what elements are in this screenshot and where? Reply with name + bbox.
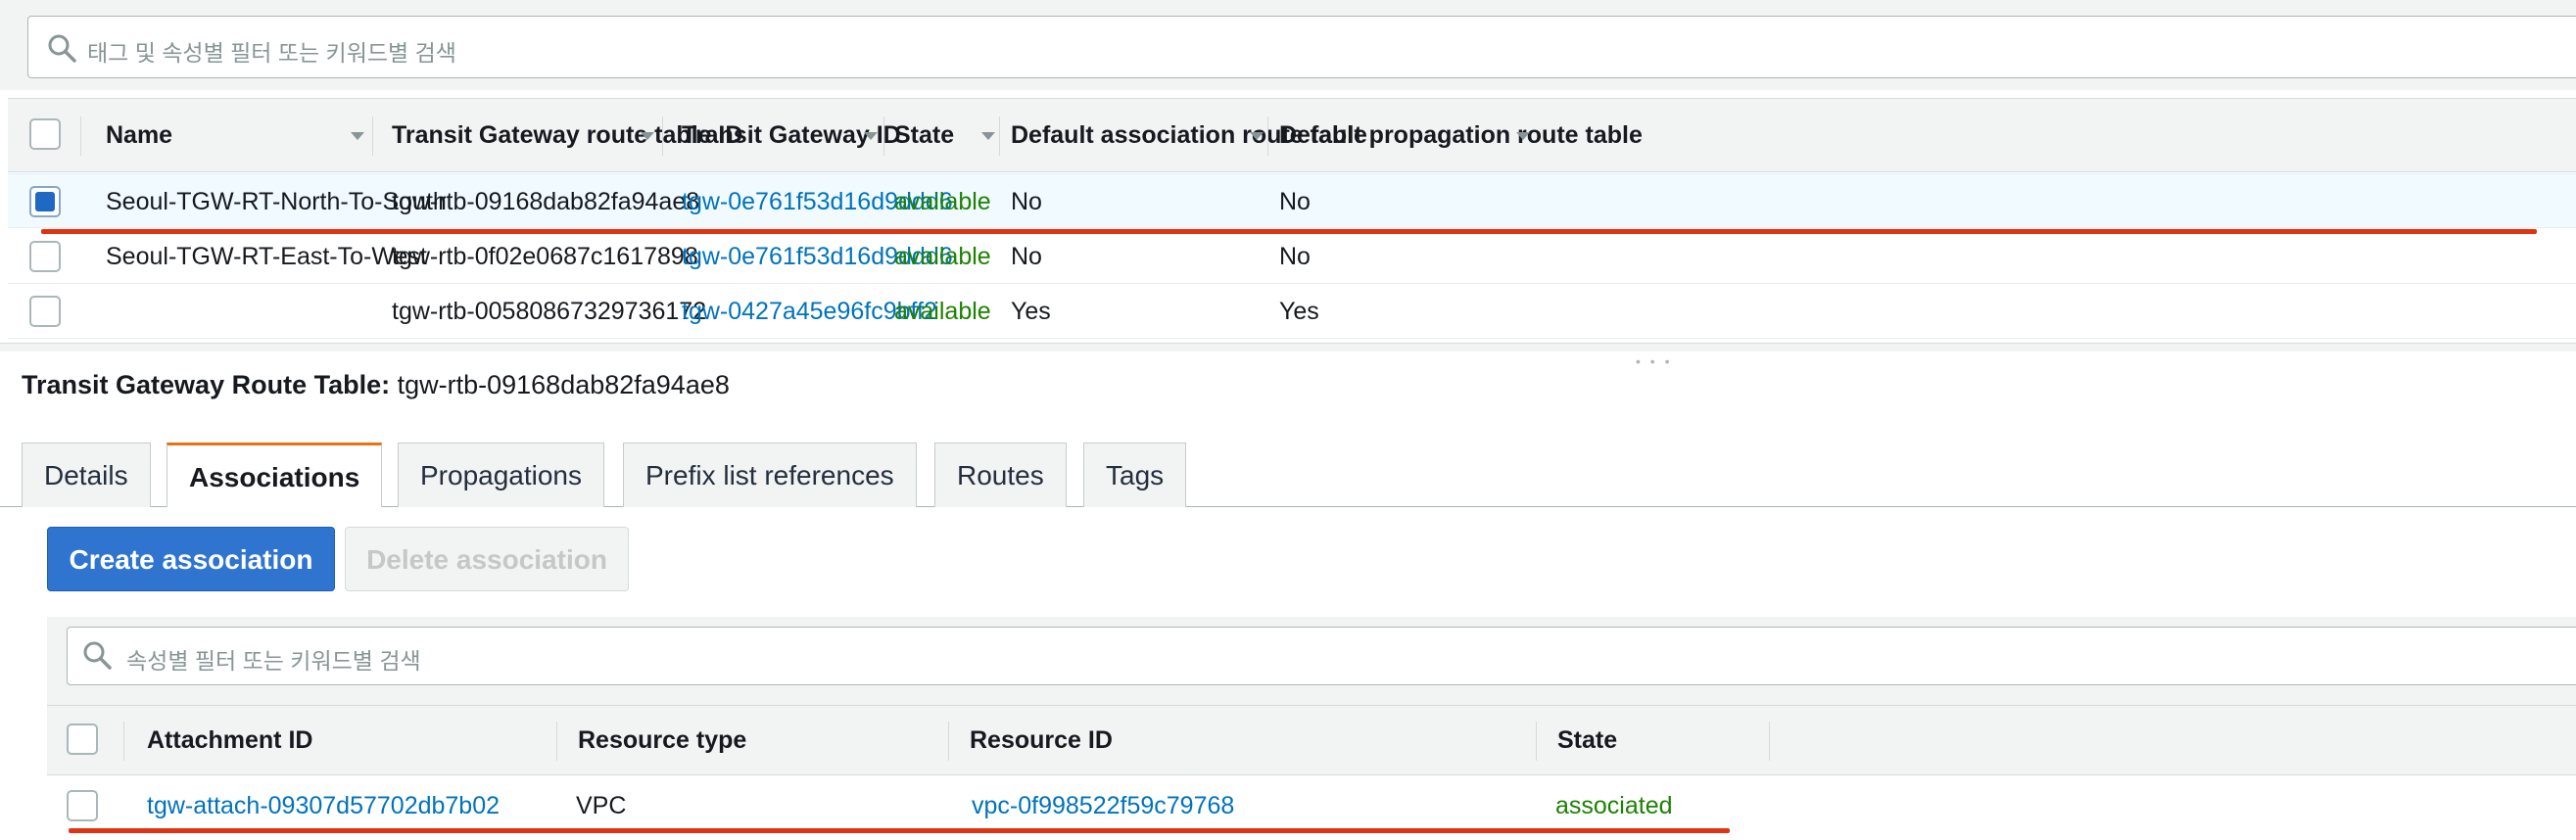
detail-title: Transit Gateway Route Table: tgw-rtb-091…: [22, 370, 730, 400]
column-header-resource-type[interactable]: Resource type: [578, 706, 746, 774]
column-header-default-propagation[interactable]: Default propagation route table: [1279, 99, 1643, 171]
tab-routes[interactable]: Routes: [934, 443, 1067, 507]
search-placeholder: 속성별 필터 또는 키워드별 검색: [126, 648, 421, 674]
cell-route-table-id: tgw-rtb-0f02e0687c1617898: [392, 243, 698, 270]
route-table-search-input[interactable]: 태그 및 속성별 필터 또는 키워드별 검색: [27, 16, 2576, 78]
cell-default-association: No: [1011, 188, 1042, 215]
row-checkbox[interactable]: [29, 186, 61, 217]
associations-table-header: Attachment ID Resource type Resource ID …: [47, 705, 2576, 775]
column-header-state[interactable]: State: [1557, 706, 1617, 774]
cell-default-association: No: [1011, 243, 1042, 270]
cell-route-table-id: tgw-rtb-09168dab82fa94ae8: [392, 188, 700, 215]
search-placeholder: 태그 및 속성별 필터 또는 키워드별 검색: [87, 40, 456, 66]
cell-route-table-id: tgw-rtb-00580867329736172: [392, 298, 707, 325]
table-row[interactable]: tgw-rtb-00580867329736172 tgw-0427a45e96…: [8, 284, 2576, 339]
detail-title-label: Transit Gateway Route Table:: [22, 370, 391, 399]
tab-tags[interactable]: Tags: [1083, 443, 1187, 507]
cell-default-propagation: No: [1279, 188, 1311, 215]
select-all-checkbox[interactable]: [29, 118, 61, 150]
sort-caret-icon[interactable]: [1516, 132, 1530, 140]
row-checkbox[interactable]: [29, 241, 61, 272]
cell-resource-type: VPC: [576, 792, 627, 819]
sort-caret-icon[interactable]: [981, 132, 995, 140]
select-all-checkbox[interactable]: [67, 723, 98, 755]
row-checkbox[interactable]: [29, 296, 61, 327]
tab-prefix-list-references[interactable]: Prefix list references: [623, 443, 917, 507]
route-table-header: Name Transit Gateway route table ID Tran…: [8, 98, 2576, 172]
drag-handle-icon[interactable]: • • •: [1636, 353, 1672, 369]
tab-propagations[interactable]: Propagations: [398, 443, 605, 507]
column-header-state[interactable]: State: [894, 99, 954, 171]
row-checkbox[interactable]: [67, 790, 98, 821]
associations-search-input[interactable]: 속성별 필터 또는 키워드별 검색: [67, 627, 2576, 685]
sort-caret-icon[interactable]: [351, 132, 364, 140]
create-association-button[interactable]: Create association: [47, 527, 335, 591]
cell-state: available: [894, 188, 991, 215]
annotation-underline: [69, 828, 1730, 833]
search-icon: [48, 34, 76, 63]
detail-title-value: tgw-rtb-09168dab82fa94ae8: [397, 370, 730, 399]
cell-resource-id-link[interactable]: vpc-0f998522f59c79768: [972, 776, 1234, 835]
table-row[interactable]: Seoul-TGW-RT-East-To-West tgw-rtb-0f02e0…: [8, 229, 2576, 284]
search-icon: [83, 641, 112, 670]
cell-default-propagation: Yes: [1279, 298, 1319, 325]
cell-attachment-id-link[interactable]: tgw-attach-09307d57702db7b02: [147, 776, 500, 835]
tab-details[interactable]: Details: [22, 443, 151, 507]
split-pane-divider[interactable]: [0, 343, 2576, 351]
sort-caret-icon[interactable]: [641, 132, 654, 140]
column-header-name[interactable]: Name: [106, 99, 172, 171]
column-header-resource-id[interactable]: Resource ID: [970, 706, 1113, 774]
cell-default-propagation: No: [1279, 243, 1311, 270]
cell-name: Seoul-TGW-RT-East-To-West: [106, 243, 427, 270]
cell-state: available: [894, 243, 991, 270]
column-header-attachment-id[interactable]: Attachment ID: [147, 706, 312, 774]
sort-caret-icon[interactable]: [864, 132, 878, 140]
delete-association-button[interactable]: Delete association: [345, 527, 629, 591]
tab-associations[interactable]: Associations: [167, 443, 383, 507]
table-row[interactable]: tgw-attach-09307d57702db7b02 VPC vpc-0f9…: [47, 776, 2576, 835]
cell-state: associated: [1555, 792, 1673, 819]
table-row[interactable]: Seoul-TGW-RT-North-To-South tgw-rtb-0916…: [8, 173, 2576, 228]
cell-state: available: [894, 298, 991, 325]
cell-default-association: Yes: [1011, 298, 1051, 325]
sort-caret-icon[interactable]: [1250, 132, 1264, 140]
